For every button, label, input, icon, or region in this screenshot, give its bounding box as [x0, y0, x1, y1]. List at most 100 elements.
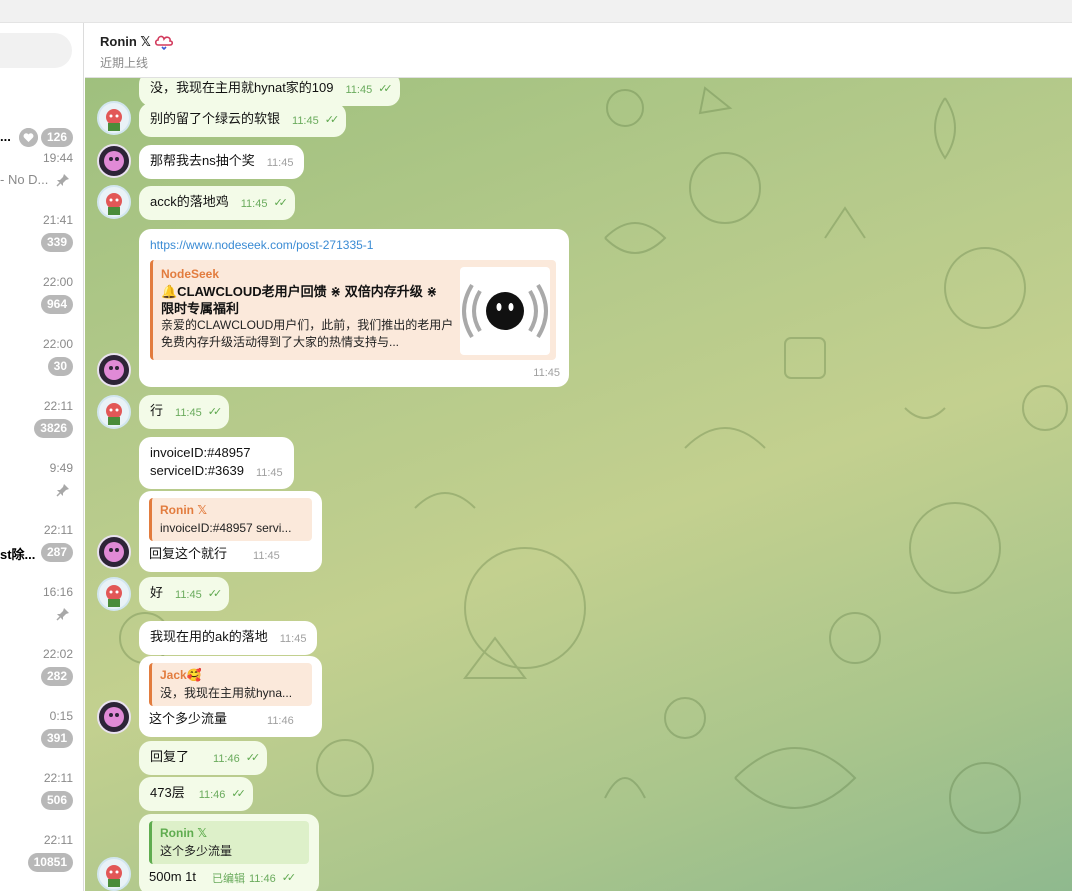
unread-badge: 339: [40, 233, 73, 252]
message-text-line: serviceID:#3639: [150, 463, 244, 478]
reply-quote[interactable]: Jack🥰 没，我现在主用就hyna...: [149, 663, 312, 706]
message-time: 11:46: [248, 873, 276, 885]
unread-badge: 287: [40, 543, 73, 562]
message-text: 好: [150, 585, 164, 600]
reply-text: invoiceID:#48957 servi...: [160, 521, 292, 535]
link-preview-thumbnail: [460, 267, 550, 355]
avatar-image: [104, 151, 124, 171]
chat-list-item[interactable]: 22:11 st除... 287: [0, 523, 83, 585]
message-time: 11:45: [175, 589, 202, 601]
chat-header[interactable]: Ronin 𝕏 近期上线: [85, 23, 1072, 78]
chat-list-item[interactable]: 22:11 506: [0, 771, 83, 833]
message-bubble[interactable]: 没，我现在主用就hynat家的109 11:45 ✓✓: [139, 78, 400, 106]
message-text: 那帮我去ns抽个奖: [150, 153, 255, 168]
nodeseek-logo-icon: [462, 283, 548, 339]
avatar[interactable]: [97, 144, 131, 178]
message-text: 回复了: [150, 749, 190, 764]
message-text: 行: [150, 403, 164, 418]
message-time: 11:45: [240, 198, 268, 210]
chat-list-item[interactable]: 9:49: [0, 461, 83, 523]
chat-title-text: Ronin 𝕏: [100, 34, 151, 49]
link-message-bubble[interactable]: https://www.nodeseek.com/post-271335-1 N…: [139, 229, 569, 387]
message-bubble[interactable]: 我现在用的ak的落地 11:45: [139, 621, 318, 655]
message-time: 11:45: [533, 367, 560, 379]
unread-badge: 10851: [27, 853, 73, 872]
unread-badge: 964: [40, 295, 73, 314]
message-bubble[interactable]: acck的落地鸡 11:45 ✓✓: [139, 186, 295, 220]
avatar[interactable]: [97, 857, 131, 891]
chat-list-time: 9:49: [49, 461, 73, 475]
chat-list-item[interactable]: 0:15 391: [0, 709, 83, 771]
chat-status: 近期上线: [100, 56, 149, 70]
message-bubble[interactable]: 那帮我去ns抽个奖 11:45: [139, 145, 305, 179]
message-bubble[interactable]: Ronin 𝕏 这个多少流量 500m 1t 已编辑 11:46 ✓✓: [139, 814, 319, 891]
chat-title[interactable]: Ronin 𝕏: [100, 33, 174, 51]
message-area[interactable]: 没，我现在主用就hynat家的109 11:45 ✓✓ 别的留了个绿云的软银 11:4…: [85, 78, 1072, 891]
message-bubble[interactable]: 回复了 11:46 ✓✓: [139, 741, 268, 775]
link-preview[interactable]: NodeSeek 🔔CLAWCLOUD老用户回馈 ⋇ 双倍内存升级 ⋇ 限时专属…: [150, 260, 556, 360]
message-text: 500m 1t: [149, 869, 196, 884]
chat-list-item[interactable]: 19:44 - No D...: [0, 151, 83, 213]
unread-badge: 30: [47, 357, 73, 376]
message-time: 11:45: [292, 115, 319, 127]
chat-list-item[interactable]: 22:00 964: [0, 275, 83, 337]
message-time: 11:45: [266, 157, 294, 169]
chat-list-item[interactable]: 16:16: [0, 585, 83, 647]
message-bubble[interactable]: 别的留了个绿云的软银 11:45 ✓✓: [139, 103, 347, 137]
window-top-strip: [0, 0, 1072, 23]
avatar[interactable]: [97, 577, 131, 611]
double-check-icon: ✓✓: [273, 197, 288, 209]
message-bubble[interactable]: Ronin 𝕏 invoiceID:#48957 servi... 回复这个就行…: [139, 491, 322, 572]
chat-list-item[interactable]: 22:00 30: [0, 337, 83, 399]
message-text: acck的落地鸡: [150, 194, 229, 209]
message-link[interactable]: https://www.nodeseek.com/post-271335-1: [150, 236, 558, 254]
message-time: 11:45: [345, 84, 373, 96]
reply-quote[interactable]: Ronin 𝕏 invoiceID:#48957 servi...: [149, 498, 312, 541]
chat-list-snippet: st除...: [0, 547, 36, 562]
message-text: 这个多少流量: [149, 711, 228, 726]
message-time: 11:45: [253, 550, 280, 562]
avatar-image: [106, 865, 122, 887]
message-text: 别的留了个绿云的软银: [150, 111, 281, 126]
reply-quote[interactable]: Ronin 𝕏 这个多少流量: [149, 821, 309, 864]
message-bubble[interactable]: 好 11:45 ✓✓: [139, 577, 230, 611]
avatar-image: [106, 585, 122, 607]
chat-list-item[interactable]: 22:02 282: [0, 647, 83, 709]
avatar[interactable]: [97, 535, 131, 569]
unread-badge: 282: [40, 667, 73, 686]
chat-list-item[interactable]: 22:11 10851: [0, 833, 83, 891]
pin-icon: [56, 174, 69, 187]
message-bubble[interactable]: 行 11:45 ✓✓: [139, 395, 230, 429]
chat-list-time: 22:11: [43, 771, 73, 785]
chat-list-time: 16:16: [42, 585, 73, 599]
message-text: 我现在用的ak的落地: [150, 629, 268, 644]
message-time: 11:46: [198, 789, 226, 801]
unread-badge: 506: [40, 791, 73, 810]
chat-list-time: 21:41: [42, 213, 73, 227]
double-check-icon: ✓✓: [281, 872, 297, 884]
chat-list-time: 22:02: [42, 647, 73, 661]
pin-icon: [56, 484, 69, 497]
chat-list-item[interactable]: 21:41 339: [0, 213, 83, 275]
avatar[interactable]: [97, 101, 131, 135]
message-bubble[interactable]: 473层 11:46 ✓✓: [139, 777, 253, 811]
message-bubble[interactable]: Jack🥰 没，我现在主用就hyna... 这个多少流量 11:46: [139, 656, 322, 737]
chat-list-time: 22:11: [43, 523, 73, 537]
avatar[interactable]: [97, 395, 131, 429]
reply-author: Ronin 𝕏: [160, 503, 207, 517]
search-input[interactable]: [0, 33, 72, 68]
avatar-image: [104, 542, 124, 562]
link-preview-title: 🔔CLAWCLOUD老用户回馈 ⋇ 双倍内存升级 ⋇ 限时专属福利: [161, 284, 438, 316]
avatar-image: [106, 109, 122, 131]
message-time: 11:45: [175, 407, 202, 419]
chat-list-item[interactable]: 22:11 3826: [0, 399, 83, 461]
pin-icon: [56, 608, 69, 621]
message-bubble[interactable]: invoiceID:#48957 serviceID:#3639 11:45: [139, 437, 294, 489]
double-check-icon: ✓✓: [378, 83, 393, 95]
avatar[interactable]: [97, 700, 131, 734]
avatar[interactable]: [97, 353, 131, 387]
reply-text: 这个多少流量: [160, 844, 233, 858]
avatar[interactable]: [97, 185, 131, 219]
reply-text: 没，我现在主用就hyna...: [160, 686, 293, 700]
reply-author: Jack🥰: [160, 668, 202, 682]
